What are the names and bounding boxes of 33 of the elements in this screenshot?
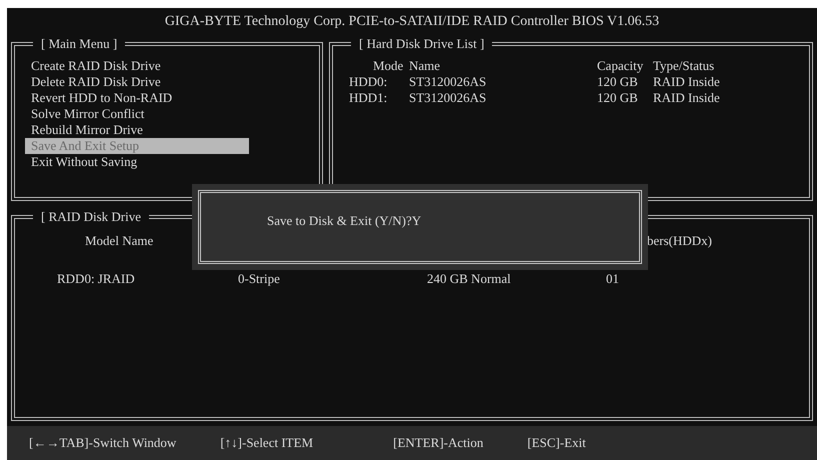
menu-item[interactable]: Solve Mirror Conflict [25,106,249,122]
column-header: Type/Status [653,58,716,74]
key-hint: [←→TAB]-Switch Window [29,435,176,451]
column-header: bers(HDDx) [647,233,712,249]
column-header: Name [409,58,442,74]
menu-item[interactable]: Delete RAID Disk Drive [25,74,249,90]
panel-title: [ RAID Disk Drive [40,209,142,225]
column-header: Model Name [85,233,154,249]
menu-item[interactable]: Rebuild Mirror Drive [25,122,249,138]
table-cell-text: RDD0: JRAID [57,271,136,287]
table-cell-text: RAID Inside [653,74,721,90]
table-cell-text: ST3120026AS [409,90,488,106]
panel-title: [ Main Menu ] [40,36,118,52]
key-hint: [↑↓]-Select ITEM [220,435,314,451]
table-cell-text: ST3120026AS [409,74,488,90]
key-hint: [ESC]-Exit [527,435,586,451]
bios-title: GIGA-BYTE Technology Corp. PCIE-to-SATAII/IDE RAID Controller BIOS V1.06.53 [164,13,660,31]
table-cell-text: HDD1: [349,90,388,106]
table-cell-text: HDD0: [349,74,388,90]
table-cell-text: RAID Inside [653,90,721,106]
column-header: Capacity [597,58,644,74]
table-cell-text: 0-Stripe [238,271,281,287]
menu-item[interactable]: Create RAID Disk Drive [25,58,249,74]
table-cell-text: 240 GB Normal [427,271,512,287]
table-cell-text: 120 GB [597,74,639,90]
table-cell-text: 120 GB [597,90,639,106]
menu-item[interactable]: Revert HDD to Non-RAID [25,90,249,106]
panel-title: [ Hard Disk Drive List ] [358,36,486,52]
key-hint: [ENTER]-Action [393,435,484,451]
column-header: Mode [372,58,404,74]
dialog-message: Save to Disk & Exit (Y/N)?Y [267,213,422,228]
menu-item[interactable]: Exit Without Saving [25,154,249,170]
table-cell-text: 01 [606,271,620,287]
